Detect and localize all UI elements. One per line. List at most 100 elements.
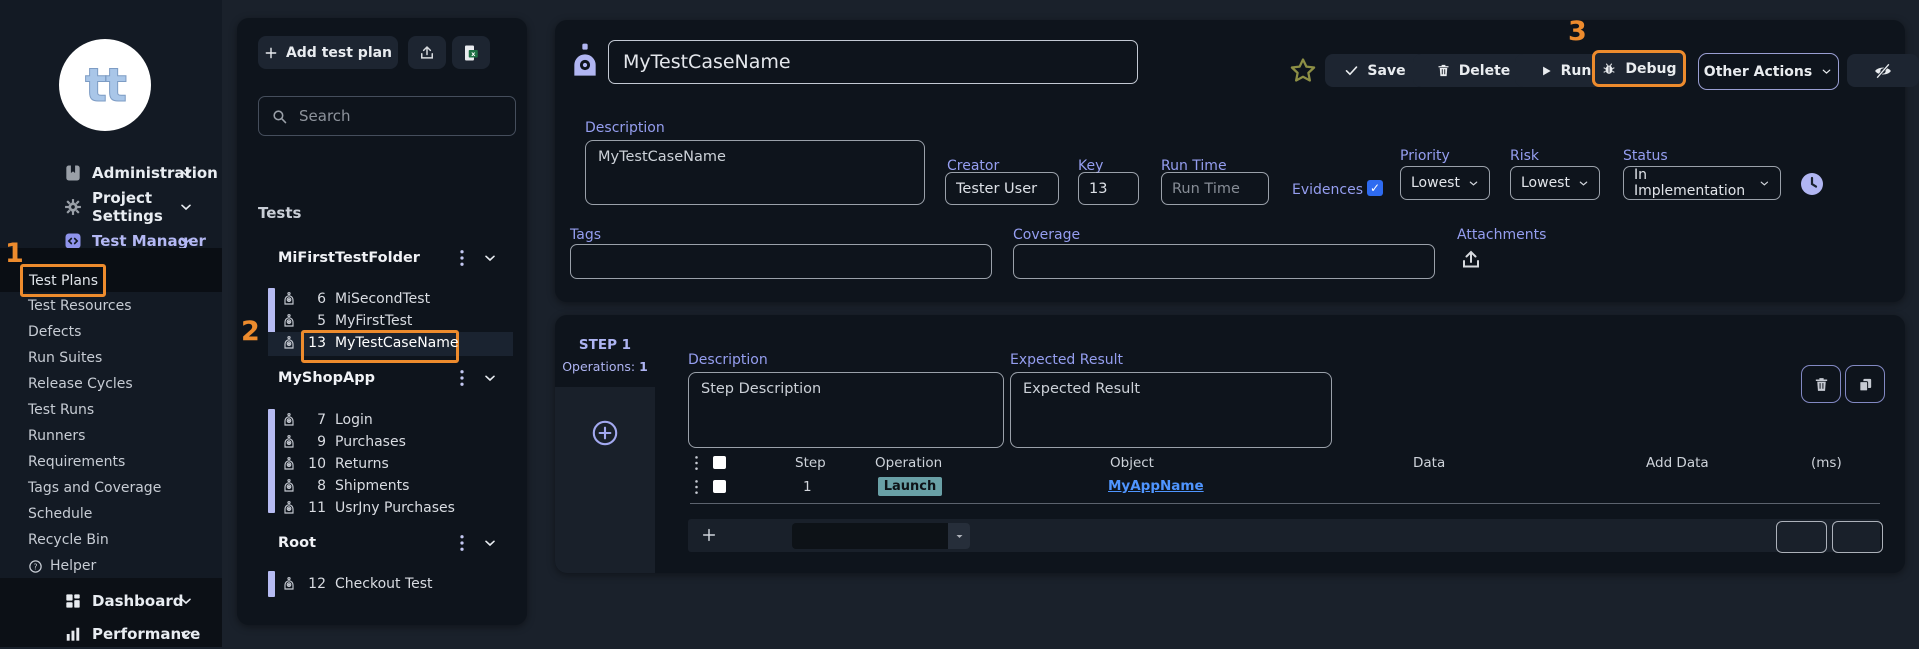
timeout-input[interactable] bbox=[1832, 521, 1883, 553]
risk-select[interactable]: Lowest bbox=[1510, 166, 1600, 200]
creator-field[interactable] bbox=[945, 172, 1059, 205]
plus-icon bbox=[265, 47, 277, 58]
operation-badge[interactable]: Launch bbox=[878, 477, 942, 496]
tree-item-login[interactable]: 7 Login bbox=[281, 409, 373, 431]
sidebar-item-requirements[interactable]: Requirements bbox=[0, 449, 222, 475]
app-logo: tt bbox=[59, 39, 151, 131]
copy-icon bbox=[1858, 378, 1871, 391]
search-input[interactable] bbox=[297, 106, 491, 126]
key-field[interactable] bbox=[1078, 172, 1139, 205]
select-all-checkbox[interactable] bbox=[713, 456, 726, 469]
bar-chart-icon bbox=[66, 627, 80, 641]
retry-input[interactable] bbox=[1776, 521, 1827, 553]
star-icon[interactable] bbox=[1288, 56, 1318, 86]
sidebar-item-dashboard[interactable]: Dashboard bbox=[0, 586, 222, 616]
status-label: Status bbox=[1623, 148, 1668, 164]
sidebar-item-project-settings[interactable]: Project Settings bbox=[0, 189, 222, 225]
tree-folder-mifirsttestfolder[interactable]: MiFirstTestFolder bbox=[278, 248, 500, 268]
test-case-name-input[interactable] bbox=[608, 40, 1138, 84]
tree-item-purchases[interactable]: 9 Purchases bbox=[281, 431, 406, 453]
status-select[interactable]: In Implementation bbox=[1623, 166, 1781, 200]
priority-select[interactable]: Lowest bbox=[1400, 166, 1490, 200]
logo-text: tt bbox=[85, 58, 128, 113]
sidebar: tt Administration Project Settings Test … bbox=[0, 0, 222, 647]
operation-object-link[interactable]: MyAppName bbox=[1108, 478, 1204, 494]
chevron-down-icon[interactable] bbox=[482, 370, 498, 386]
sidebar-item-defects[interactable]: Defects bbox=[0, 319, 222, 345]
column-header-data: Data bbox=[1413, 455, 1446, 471]
import-button[interactable] bbox=[408, 36, 446, 69]
sidebar-item-helper[interactable]: ? Helper bbox=[0, 553, 222, 579]
tree-folder-root[interactable]: Root bbox=[278, 533, 500, 553]
kebab-menu-icon[interactable] bbox=[455, 534, 469, 552]
chevron-down-icon[interactable] bbox=[482, 535, 498, 551]
description-textarea[interactable]: MyTestCaseName bbox=[585, 140, 925, 205]
table-divider bbox=[690, 503, 1880, 504]
sidebar-item-release-cycles[interactable]: Release Cycles bbox=[0, 371, 222, 397]
operation-step-number: 1 bbox=[803, 479, 812, 495]
evidences-label: Evidences bbox=[1292, 182, 1363, 198]
sidebar-item-runners[interactable]: Runners bbox=[0, 423, 222, 449]
drag-handle-icon[interactable] bbox=[694, 455, 699, 471]
tree-item-misecondtest[interactable]: 6 MiSecondTest bbox=[281, 288, 430, 310]
add-operation-icon[interactable] bbox=[701, 527, 717, 543]
kebab-menu-icon[interactable] bbox=[455, 369, 469, 387]
debug-button[interactable]: Debug bbox=[1592, 50, 1686, 87]
upload-icon[interactable] bbox=[1459, 248, 1483, 272]
sidebar-item-test-runs[interactable]: Test Runs bbox=[0, 397, 222, 423]
trash-icon bbox=[1438, 64, 1449, 77]
copy-step-button[interactable] bbox=[1845, 365, 1885, 403]
sidebar-item-run-suites[interactable]: Run Suites bbox=[0, 345, 222, 371]
tags-input[interactable] bbox=[570, 244, 992, 279]
run-time-field[interactable] bbox=[1161, 172, 1269, 205]
drag-handle-icon[interactable] bbox=[694, 479, 699, 495]
tree-item-checkout-test[interactable]: 12 Checkout Test bbox=[281, 573, 433, 595]
chevron-down-icon bbox=[181, 631, 191, 638]
delete-step-button[interactable] bbox=[1801, 365, 1841, 403]
add-step-icon[interactable] bbox=[591, 419, 619, 447]
sidebar-item-schedule[interactable]: Schedule bbox=[0, 501, 222, 527]
risk-label: Risk bbox=[1510, 148, 1540, 164]
tree-item-myfirsttest[interactable]: 5 MyFirstTest bbox=[281, 310, 412, 332]
sidebar-item-performance[interactable]: Performance bbox=[0, 619, 222, 649]
other-actions-button[interactable]: Other Actions bbox=[1698, 53, 1839, 90]
chevron-down-icon[interactable] bbox=[482, 250, 498, 266]
expected-result-label: Expected Result bbox=[1010, 352, 1124, 368]
sidebar-item-recycle-bin[interactable]: Recycle Bin bbox=[0, 527, 222, 553]
upload-icon bbox=[421, 45, 433, 59]
sidebar-item-label: Administration bbox=[92, 164, 218, 182]
operation-select[interactable] bbox=[792, 523, 948, 549]
svg-text:?: ? bbox=[34, 562, 38, 571]
operation-select-caret[interactable] bbox=[948, 523, 970, 549]
export-excel-button[interactable]: x bbox=[452, 36, 490, 69]
bug-icon bbox=[1603, 62, 1615, 74]
sidebar-item-tags-and-coverage[interactable]: Tags and Coverage bbox=[0, 475, 222, 501]
coverage-input[interactable] bbox=[1013, 244, 1435, 279]
sidebar-item-test-resources[interactable]: Test Resources bbox=[0, 293, 222, 319]
save-button[interactable]: Save bbox=[1325, 54, 1425, 87]
tree-item-mytestcasename[interactable]: 13 MyTestCaseName bbox=[281, 332, 459, 354]
chevron-down-icon bbox=[181, 238, 191, 245]
expected-result-textarea[interactable]: Expected Result bbox=[1010, 372, 1332, 448]
tree-group-bar bbox=[268, 409, 275, 513]
caret-down-icon bbox=[956, 534, 962, 538]
step-description-textarea[interactable]: Step Description bbox=[688, 372, 1004, 448]
sidebar-item-administration[interactable]: Administration bbox=[0, 158, 222, 188]
add-test-plan-label: Add test plan bbox=[285, 44, 393, 61]
search-box bbox=[258, 96, 516, 136]
tree-item-returns[interactable]: 10 Returns bbox=[281, 453, 389, 475]
chevron-down-icon bbox=[1822, 69, 1831, 74]
evidences-checkbox[interactable] bbox=[1367, 180, 1383, 196]
add-test-plan-button[interactable]: Add test plan bbox=[258, 36, 398, 69]
hide-button[interactable] bbox=[1847, 54, 1919, 87]
sidebar-item-label: Dashboard bbox=[92, 592, 184, 610]
row-checkbox[interactable] bbox=[713, 480, 726, 493]
test-plans-panel: Add test plan x Tests MiFirstTestFolder … bbox=[237, 18, 527, 625]
tree-item-shipments[interactable]: 8 Shipments bbox=[281, 475, 409, 497]
kebab-menu-icon[interactable] bbox=[455, 249, 469, 267]
tree-folder-myshopapp[interactable]: MyShopApp bbox=[278, 368, 500, 388]
help-icon: ? bbox=[29, 559, 42, 573]
clock-icon[interactable] bbox=[1800, 172, 1824, 196]
tree-item-usrjny-purchases[interactable]: 11 UsrJny Purchases bbox=[281, 497, 455, 519]
robot-icon bbox=[284, 413, 294, 426]
